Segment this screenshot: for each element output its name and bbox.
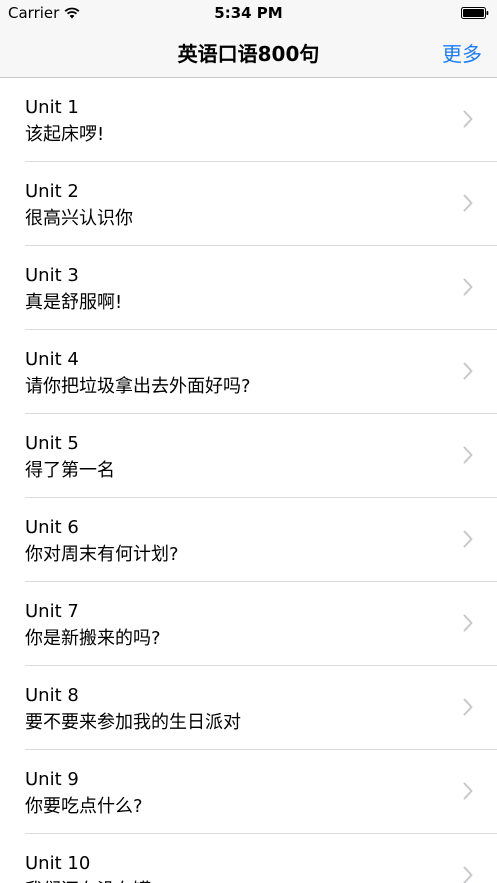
unit-title-label: 很高兴认识你 — [25, 208, 133, 229]
page-title: 英语口语800句 — [177, 42, 320, 66]
chevron-right-icon — [463, 362, 473, 380]
unit-title-label: 请你把垃圾拿出去外面好吗? — [25, 376, 251, 397]
unit-title-label: 要不要来参加我的生日派对 — [25, 712, 241, 733]
unit-number-label: Unit 8 — [25, 685, 79, 706]
unit-number-label: Unit 4 — [25, 349, 79, 370]
status-time: 5:34 PM — [214, 4, 283, 22]
list-item[interactable]: Unit 8 要不要来参加我的生日派对 — [0, 666, 497, 750]
list-item[interactable]: Unit 2 很高兴认识你 — [0, 162, 497, 246]
list-item[interactable]: Unit 6 你对周末有何计划? — [0, 498, 497, 582]
unit-number-label: Unit 10 — [25, 853, 91, 874]
unit-number-label: Unit 1 — [25, 97, 79, 118]
unit-number-label: Unit 3 — [25, 265, 79, 286]
battery-icon — [461, 7, 489, 19]
unit-number-label: Unit 6 — [25, 517, 79, 538]
navigation-bar: 英语口语800句 更多 — [0, 26, 497, 78]
unit-title-label: 我们还有没有罐... — [25, 876, 168, 883]
unit-title-label: 你要吃点什么? — [25, 796, 143, 817]
app-screen: Carrier 5:34 PM 英语口语800句 更多 Unit 1 该起床啰! U… — [0, 0, 497, 883]
chevron-right-icon — [463, 194, 473, 212]
chevron-right-icon — [463, 110, 473, 128]
chevron-right-icon — [463, 782, 473, 800]
chevron-right-icon — [463, 614, 473, 632]
list-item[interactable]: Unit 1 该起床啰! — [0, 78, 497, 162]
chevron-right-icon — [463, 278, 473, 296]
list-item[interactable]: Unit 10 我们还有没有罐... — [0, 834, 497, 883]
more-button[interactable]: 更多 — [442, 38, 482, 67]
chevron-right-icon — [463, 446, 473, 464]
list-item[interactable]: Unit 4 请你把垃圾拿出去外面好吗? — [0, 330, 497, 414]
chevron-right-icon — [463, 530, 473, 548]
unit-title-label: 得了第一名 — [25, 460, 115, 481]
unit-number-label: Unit 5 — [25, 433, 79, 454]
chevron-right-icon — [463, 866, 473, 883]
unit-number-label: Unit 2 — [25, 181, 79, 202]
chevron-right-icon — [463, 698, 473, 716]
list-item[interactable]: Unit 5 得了第一名 — [0, 414, 497, 498]
unit-number-label: Unit 7 — [25, 601, 79, 622]
unit-title-label: 你对周末有何计划? — [25, 544, 179, 565]
unit-title-label: 该起床啰! — [25, 124, 105, 145]
unit-number-label: Unit 9 — [25, 769, 79, 790]
list-item[interactable]: Unit 9 你要吃点什么? — [0, 750, 497, 834]
unit-title-label: 你是新搬来的吗? — [25, 628, 161, 649]
unit-list: Unit 1 该起床啰! Unit 2 很高兴认识你 Unit 3 真是舒服啊! Unit … — [0, 78, 497, 883]
status-bar: Carrier 5:34 PM — [0, 0, 497, 26]
list-item[interactable]: Unit 7 你是新搬来的吗? — [0, 582, 497, 666]
list-item[interactable]: Unit 3 真是舒服啊! — [0, 246, 497, 330]
unit-title-label: 真是舒服啊! — [25, 292, 123, 313]
